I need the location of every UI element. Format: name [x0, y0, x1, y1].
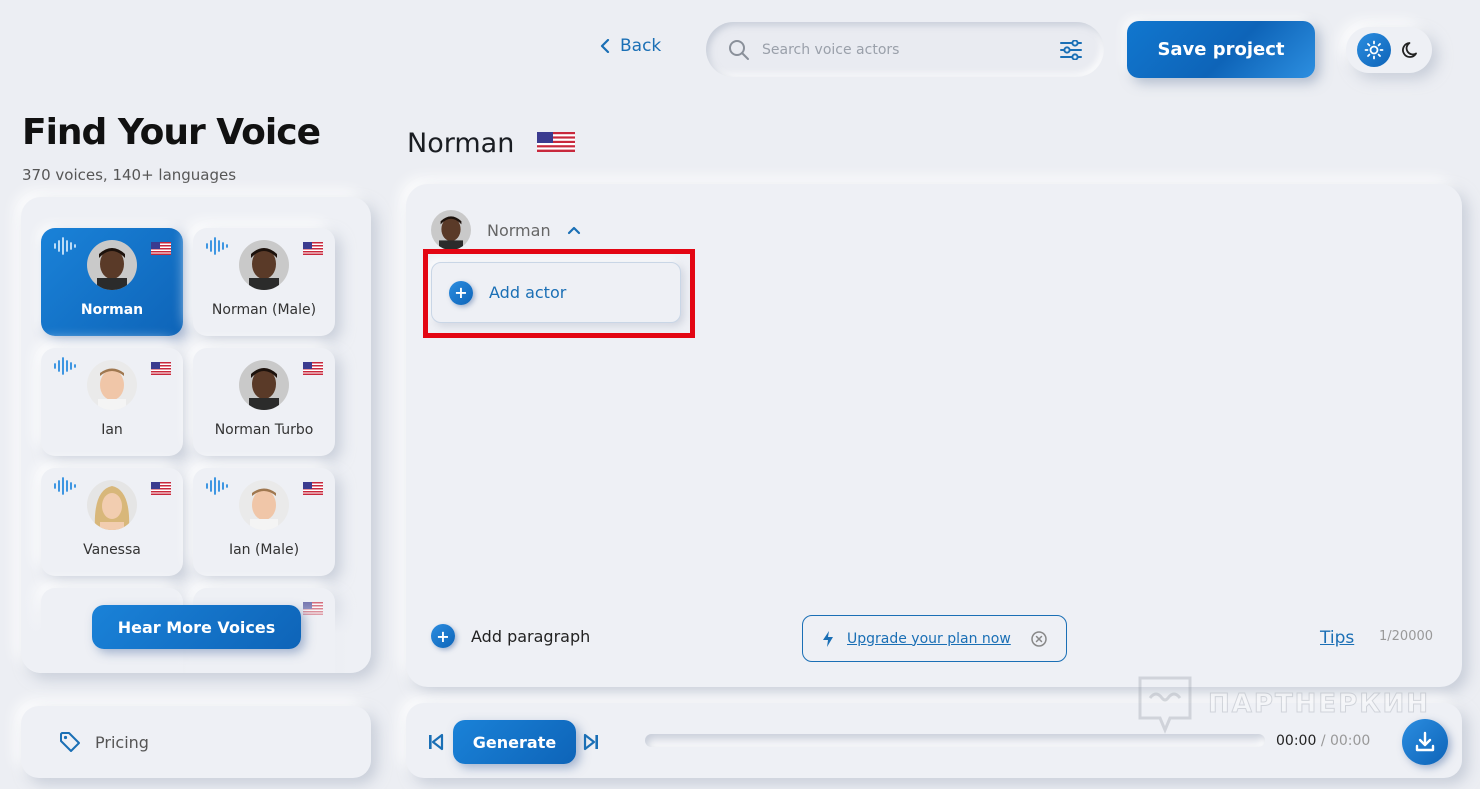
waveform-icon — [206, 477, 228, 495]
us-flag-icon — [303, 242, 323, 255]
us-flag-icon — [151, 482, 171, 495]
avatar — [87, 240, 137, 290]
pricing-link[interactable]: Pricing — [21, 706, 371, 778]
page-title: Find Your Voice — [22, 112, 321, 153]
chevron-up-icon — [567, 226, 580, 235]
hear-more-voices-button[interactable]: Hear More Voices — [92, 605, 301, 649]
watermark: ПАРТНЕРКИН — [1136, 674, 1430, 734]
highlight-box — [423, 249, 695, 338]
search-input[interactable] — [762, 41, 1048, 58]
watermark-logo-icon — [1138, 676, 1192, 734]
back-link[interactable]: Back — [600, 36, 661, 56]
waveform-icon — [54, 357, 76, 375]
search-icon — [729, 39, 749, 60]
voice-name: Norman — [80, 302, 144, 318]
voice-card-norman-male[interactable]: Norman (Male) — [193, 228, 335, 336]
avatar — [87, 480, 137, 530]
skip-forward-icon[interactable] — [583, 733, 599, 751]
voice-name: Ian (Male) — [228, 542, 300, 558]
sun-icon[interactable] — [1357, 33, 1391, 67]
voice-card-norman[interactable]: Norman — [41, 228, 183, 336]
avatar — [87, 360, 137, 410]
voice-card-norman-turbo[interactable]: Norman Turbo — [193, 348, 335, 456]
generate-button[interactable]: Generate — [453, 720, 576, 764]
waveform-icon — [54, 477, 76, 495]
skip-back-icon[interactable] — [428, 733, 444, 751]
tag-icon — [60, 732, 80, 752]
us-flag-icon — [537, 132, 575, 152]
avatar — [239, 240, 289, 290]
download-icon — [1415, 731, 1435, 752]
lightning-icon — [823, 630, 833, 647]
actor-title: Norman — [407, 128, 515, 159]
add-paragraph-button[interactable]: + Add paragraph — [431, 624, 590, 648]
moon-icon[interactable] — [1401, 40, 1421, 60]
us-flag-icon — [303, 362, 323, 375]
waveform-icon — [54, 237, 76, 255]
audio-progress-bar[interactable] — [645, 734, 1265, 747]
current-time: 00:00 — [1276, 733, 1317, 749]
chevron-left-icon — [600, 39, 610, 53]
search-bar — [706, 22, 1104, 77]
upgrade-banner: Upgrade your plan now — [802, 615, 1067, 662]
actor-selector[interactable]: Norman — [431, 210, 581, 250]
pricing-label: Pricing — [95, 732, 149, 752]
save-project-button[interactable]: Save project — [1127, 21, 1315, 78]
avatar — [239, 360, 289, 410]
page-subtitle: 370 voices, 140+ languages — [22, 166, 237, 184]
time-display: 00:00 / 00:00 — [1276, 733, 1370, 749]
us-flag-icon — [151, 362, 171, 375]
theme-toggle[interactable] — [1346, 27, 1432, 73]
us-flag-icon — [303, 482, 323, 495]
watermark-text: ПАРТНЕРКИН — [1207, 689, 1431, 720]
selected-actor-label: Norman — [487, 220, 551, 240]
voice-card-vanessa[interactable]: Vanessa — [41, 468, 183, 576]
back-label: Back — [620, 36, 662, 56]
close-icon[interactable] — [1030, 630, 1048, 648]
voice-card-ian-male[interactable]: Ian (Male) — [193, 468, 335, 576]
waveform-icon — [206, 237, 228, 255]
total-time: / 00:00 — [1320, 733, 1371, 749]
add-paragraph-label: Add paragraph — [471, 626, 591, 646]
avatar — [431, 210, 471, 250]
character-counter: 1/20000 — [1379, 629, 1434, 644]
voice-name: Norman (Male) — [211, 302, 317, 318]
plus-icon: + — [431, 624, 455, 648]
avatar — [239, 480, 289, 530]
voice-name: Ian — [101, 422, 123, 438]
filter-icon[interactable] — [1060, 39, 1082, 60]
voice-name: Norman Turbo — [214, 422, 314, 438]
voice-card-ian[interactable]: Ian — [41, 348, 183, 456]
tips-link[interactable]: Tips — [1320, 628, 1354, 648]
upgrade-link[interactable]: Upgrade your plan now — [847, 631, 1018, 647]
us-flag-icon — [151, 242, 171, 255]
voice-name: Vanessa — [83, 542, 141, 558]
